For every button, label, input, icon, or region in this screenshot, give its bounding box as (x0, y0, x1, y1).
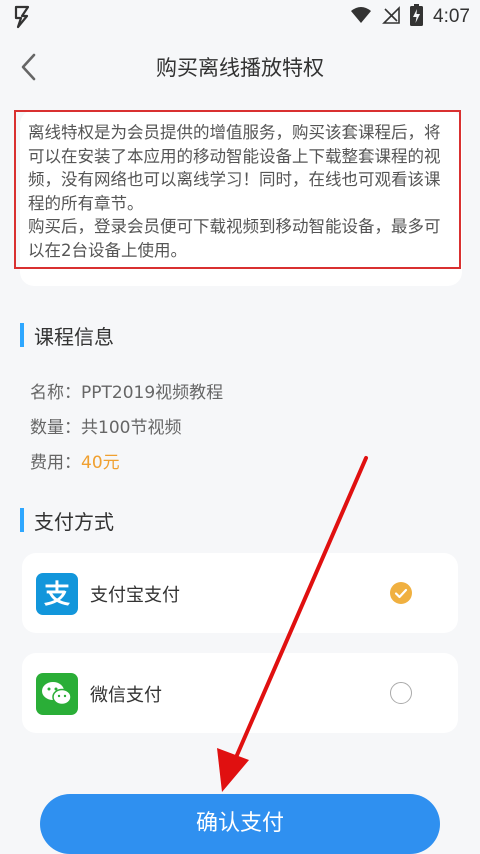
course-name-row: 名称：PPT2019视频教程 (30, 378, 223, 403)
radio-unchecked-icon[interactable] (390, 682, 412, 704)
payment-option-label: 微信支付 (90, 685, 162, 706)
count-value: 共100节视频 (81, 418, 182, 438)
section-title: 课程信息 (34, 324, 114, 349)
page-title: 购买离线播放特权 (156, 56, 324, 80)
annotation-highlight-box (14, 110, 461, 269)
course-count-row: 数量：共100节视频 (30, 413, 181, 438)
section-title: 支付方式 (34, 509, 114, 534)
name-label: 名称： (30, 383, 81, 403)
confirm-payment-button[interactable]: 确认支付 (40, 794, 440, 854)
name-value: PPT2019视频教程 (81, 383, 224, 403)
section-accent-bar (20, 323, 24, 347)
payment-option-wechat[interactable]: 微信支付 (22, 653, 458, 733)
count-label: 数量： (30, 418, 81, 438)
radio-checked-icon[interactable] (390, 582, 412, 604)
payment-method-header: 支付方式 (20, 507, 114, 534)
section-accent-bar (20, 508, 24, 532)
status-time: 4:07 (433, 6, 470, 27)
price-value: 40元 (81, 453, 120, 473)
price-label: 费用： (30, 453, 81, 473)
battery-charging-icon (410, 4, 424, 30)
alipay-icon-glyph: 支 (44, 580, 70, 610)
wifi-icon (350, 6, 372, 28)
alipay-icon: 支 (36, 573, 78, 615)
status-bar: 4:07 (0, 0, 480, 34)
header: 购买离线播放特权 (0, 34, 480, 100)
course-info-header: 课程信息 (20, 322, 114, 349)
bolt-icon (14, 5, 30, 35)
course-price-row: 费用：40元 (30, 448, 120, 473)
no-signal-icon (382, 6, 400, 28)
wechat-icon (36, 673, 78, 715)
payment-option-alipay[interactable]: 支 支付宝支付 (22, 553, 458, 633)
payment-option-label: 支付宝支付 (90, 585, 180, 606)
